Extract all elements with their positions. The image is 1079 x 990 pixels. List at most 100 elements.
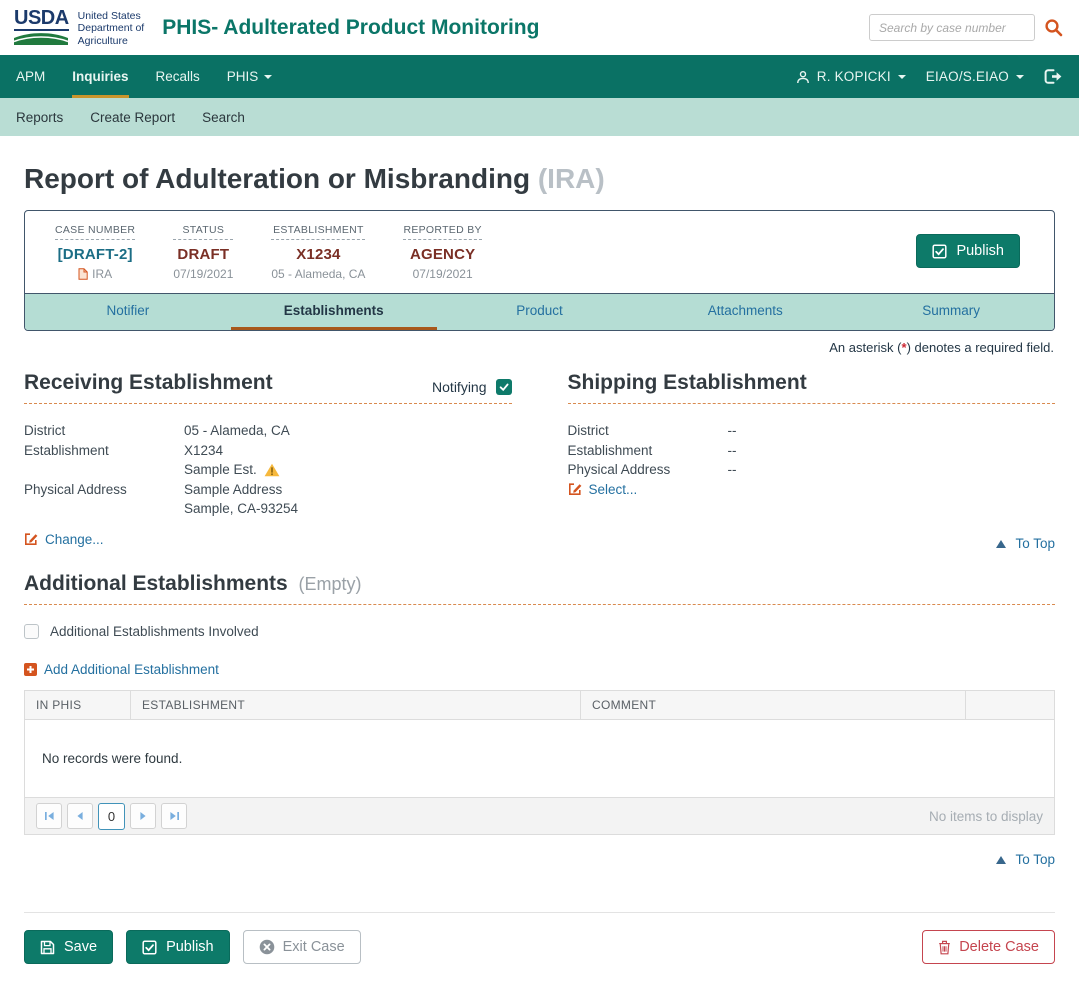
edit-icon [568, 482, 582, 496]
case-search [869, 14, 1063, 41]
publish-button-bottom[interactable]: Publish [126, 930, 230, 964]
notifying-checkbox[interactable] [496, 379, 512, 395]
pager-next-button[interactable] [130, 803, 156, 829]
receiving-fields: District 05 - Alameda, CA Establishment … [24, 421, 512, 519]
prev-page-icon [76, 811, 84, 821]
change-establishment-link[interactable]: Change... [24, 532, 104, 547]
nav-item-phis[interactable]: PHIS [227, 55, 273, 98]
establishment-district: 05 - Alameda, CA [271, 267, 365, 281]
additional-involved-label: Additional Establishments Involved [50, 624, 259, 639]
column-comment: COMMENT [581, 691, 966, 720]
to-top-link[interactable]: To Top [24, 852, 1055, 867]
usda-logo: USDA United States Department of Agricul… [14, 8, 144, 48]
district-value: 05 - Alameda, CA [184, 421, 512, 441]
tab-product[interactable]: Product [437, 294, 643, 330]
usda-swoosh-icon [14, 31, 68, 45]
establishment-value: X1234 [271, 246, 365, 263]
footer-action-bar: Save Publish Exit Case [24, 912, 1055, 990]
page-number-input[interactable] [98, 803, 125, 830]
tab-attachments[interactable]: Attachments [642, 294, 848, 330]
usda-logo-mark: USDA [14, 8, 69, 45]
pager-first-button[interactable] [36, 803, 62, 829]
person-icon [796, 70, 810, 84]
plus-square-icon [24, 663, 37, 676]
delete-case-button[interactable]: Delete Case [922, 930, 1055, 964]
subnav-item-reports[interactable]: Reports [16, 110, 63, 125]
logout-icon [1044, 69, 1063, 84]
tab-summary[interactable]: Summary [848, 294, 1054, 330]
app-title: PHIS- Adulterated Product Monitoring [162, 16, 539, 40]
case-number-value: [DRAFT-2] [55, 246, 135, 263]
case-tabs: Notifier Establishments Product Attachme… [25, 293, 1054, 330]
nav-right-group: R. KOPICKI EIAO/S.EIAO [796, 55, 1063, 98]
reported-by-field: REPORTED BY AGENCY 07/19/2021 [403, 224, 481, 281]
address-label: Physical Address [568, 460, 728, 480]
search-button[interactable] [1044, 18, 1063, 37]
additional-involved-checkbox[interactable] [24, 624, 39, 639]
table-pager: No items to display [24, 798, 1055, 835]
exit-case-button[interactable]: Exit Case [243, 930, 361, 964]
reported-date: 07/19/2021 [403, 267, 481, 281]
nav-item-apm[interactable]: APM [16, 55, 45, 98]
required-field-note: An asterisk (*) denotes a required field… [25, 340, 1054, 355]
no-records-message: No records were found. [25, 720, 1055, 798]
user-menu[interactable]: R. KOPICKI [796, 69, 906, 84]
status-value: DRAFT [173, 246, 233, 263]
pager-last-button[interactable] [161, 803, 187, 829]
tab-establishments[interactable]: Establishments [231, 294, 437, 330]
page-title-suffix: (IRA) [538, 163, 605, 194]
table-header-row: IN PHIS ESTABLISHMENT COMMENT [25, 691, 1055, 720]
case-summary-card: CASE NUMBER [DRAFT-2] IRA STATUS DRAFT 0… [24, 210, 1055, 331]
page-title: Report of Adulteration or Misbranding (I… [24, 163, 1055, 195]
select-establishment-link[interactable]: Select... [568, 480, 638, 500]
receiving-establishment-section: Receiving Establishment Notifying Distri… [24, 371, 512, 551]
save-button[interactable]: Save [24, 930, 113, 964]
shipping-establishment-section: Shipping Establishment District -- Estab… [568, 371, 1056, 551]
nav-item-recalls[interactable]: Recalls [156, 55, 200, 98]
check-square-icon [142, 940, 157, 955]
shipping-fields: District -- Establishment -- Physical Ad… [568, 421, 1056, 499]
additional-involved-row: Additional Establishments Involved [24, 624, 1055, 639]
no-items-label: No items to display [929, 809, 1043, 824]
establishment-value: -- [728, 441, 1056, 461]
subnav-item-create-report[interactable]: Create Report [90, 110, 175, 125]
trash-icon [938, 940, 951, 955]
establishment-label: Establishment [24, 441, 184, 480]
address-line1: Sample Address [184, 480, 512, 500]
warning-icon [264, 463, 280, 477]
check-icon [499, 382, 509, 392]
district-label: District [24, 421, 184, 441]
shipping-title: Shipping Establishment [568, 371, 807, 395]
case-info-row: CASE NUMBER [DRAFT-2] IRA STATUS DRAFT 0… [25, 211, 1054, 293]
next-page-icon [139, 811, 147, 821]
pager-prev-button[interactable] [67, 803, 93, 829]
district-value: -- [728, 421, 1056, 441]
first-page-icon [44, 811, 55, 821]
establishment-columns: Receiving Establishment Notifying Distri… [24, 371, 1055, 551]
case-search-input[interactable] [869, 14, 1035, 41]
receiving-header: Receiving Establishment Notifying [24, 371, 512, 404]
address-value: -- [728, 460, 1056, 480]
notifying-control: Notifying [432, 379, 511, 395]
publish-button-top[interactable]: Publish [916, 234, 1020, 268]
role-name: EIAO/S.EIAO [926, 69, 1009, 84]
additional-establishments-table: IN PHIS ESTABLISHMENT COMMENT No records… [24, 690, 1055, 798]
status-date: 07/19/2021 [173, 267, 233, 281]
chevron-down-icon [898, 75, 906, 79]
add-additional-establishment-link[interactable]: Add Additional Establishment [24, 662, 219, 677]
check-square-icon [932, 244, 947, 259]
chevron-down-icon [264, 75, 272, 79]
tab-notifier[interactable]: Notifier [25, 294, 231, 330]
role-menu[interactable]: EIAO/S.EIAO [926, 69, 1024, 84]
to-top-link[interactable]: To Top [568, 536, 1056, 551]
main-nav: APM Inquiries Recalls PHIS R. KOPICKI EI… [0, 55, 1079, 98]
column-actions [966, 691, 1055, 720]
shipping-header: Shipping Establishment [568, 371, 1056, 404]
notifying-label: Notifying [432, 379, 486, 395]
logout-button[interactable] [1044, 69, 1063, 84]
triangle-up-icon [996, 856, 1006, 864]
nav-item-inquiries[interactable]: Inquiries [72, 55, 128, 98]
receiving-title: Receiving Establishment [24, 371, 273, 395]
column-in-phis: IN PHIS [25, 691, 131, 720]
subnav-item-search[interactable]: Search [202, 110, 245, 125]
